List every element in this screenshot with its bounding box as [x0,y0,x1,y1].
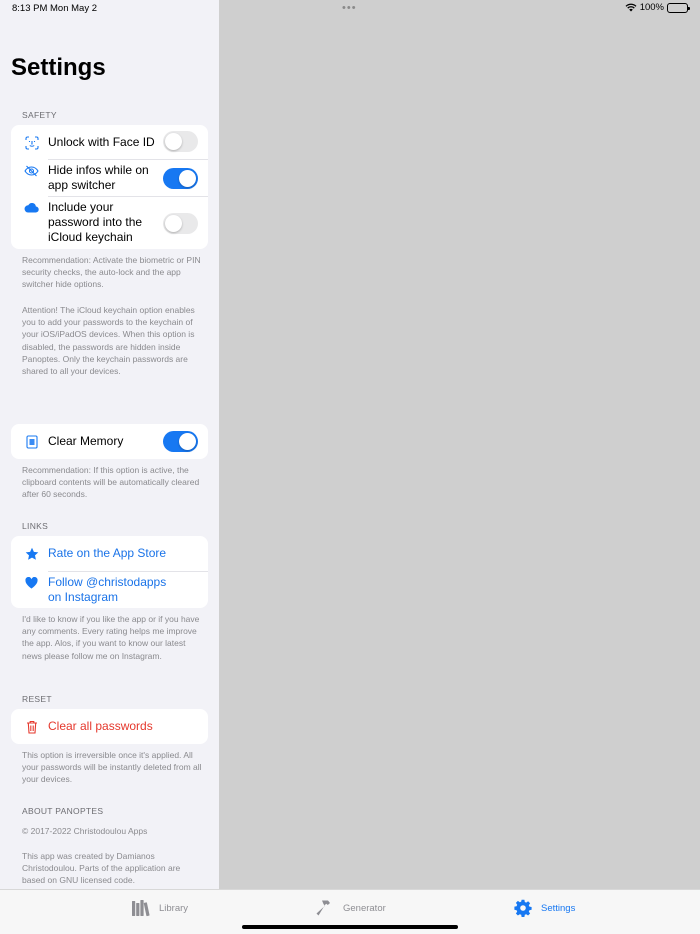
books-icon [131,899,151,917]
keychain-label: Include your password into the iCloud ke… [48,200,143,244]
trash-icon [24,719,39,734]
detail-pane [219,0,700,889]
face-id-label: Unlock with Face ID [48,135,155,149]
safety-recommendation: Recommendation: Activate the biometric o… [22,255,201,290]
safety-card: Unlock with Face ID Hide infos while on … [11,125,208,249]
copyright-text: © 2017-2022 Christodoulou Apps [22,826,148,836]
tab-settings-label: Settings [541,902,576,914]
tab-library-label: Library [159,902,189,914]
hide-infos-row: Hide infos while on app switcher [11,160,208,196]
links-note: I'd like to know if you like the app or … [22,614,200,661]
tab-library[interactable]: Library [131,899,188,917]
status-bar: 8:13 PM Mon May 2 ••• 100% [0,0,700,18]
face-id-toggle[interactable] [163,131,198,152]
tab-settings[interactable]: Settings [513,899,575,917]
clear-memory-label: Clear Memory [48,434,124,448]
status-time: 8:13 PM [12,3,48,14]
page-title: Settings [11,54,106,81]
status-date: Mon May 2 [50,3,97,14]
about-note: This app was created by Damianos Christo… [22,851,181,886]
gear-icon [513,899,533,917]
section-header-about: ABOUT PANOPTES [22,806,104,816]
keychain-row: Include your password into the iCloud ke… [11,197,208,249]
memory-recommendation: Recommendation: If this option is active… [22,465,200,500]
section-header-safety: SAFETY [22,110,57,120]
safety-attention: Attention! The iCloud keychain option en… [22,305,195,377]
reset-card: Clear all passwords [11,709,208,744]
memory-card: Clear Memory [11,424,208,459]
hide-infos-label: Hide infos while on app switcher [48,163,149,192]
icloud-icon [24,200,39,215]
clear-memory-row: Clear Memory [11,424,208,459]
clear-memory-toggle[interactable] [163,431,198,452]
settings-sidebar: Settings SAFETY Unlock with Face ID Hide… [0,0,219,889]
hide-infos-toggle[interactable] [163,168,198,189]
status-right: 100% [625,2,690,13]
rate-app-store-link[interactable]: Rate on the App Store [48,546,166,561]
reset-note: This option is irreversible once it's ap… [22,750,202,785]
heart-icon [24,575,39,590]
battery-percent: 100% [639,2,664,13]
clear-passwords-row[interactable]: Clear all passwords [11,709,208,744]
star-icon [24,546,39,561]
follow-instagram-row[interactable]: Follow @christodapps on Instagram [11,572,208,608]
battery-icon [667,2,690,13]
tab-generator[interactable]: Generator [315,899,386,917]
clipboard-icon [24,434,39,449]
home-indicator [242,925,458,929]
face-id-row: Unlock with Face ID [11,125,208,159]
section-header-reset: RESET [22,694,52,704]
links-card: Rate on the App Store Follow @christodap… [11,536,208,608]
hammer-icon [315,899,335,917]
follow-instagram-link[interactable]: Follow @christodapps on Instagram [48,575,166,605]
face-id-icon [24,135,39,150]
clear-passwords-button[interactable]: Clear all passwords [48,719,153,734]
wifi-icon [625,3,637,12]
tab-generator-label: Generator [343,902,386,914]
multitasking-dots-icon[interactable]: ••• [342,2,357,14]
eye-slash-icon [24,163,39,178]
rate-app-store-row[interactable]: Rate on the App Store [11,536,208,571]
keychain-toggle[interactable] [163,213,198,234]
section-header-links: LINKS [22,521,49,531]
